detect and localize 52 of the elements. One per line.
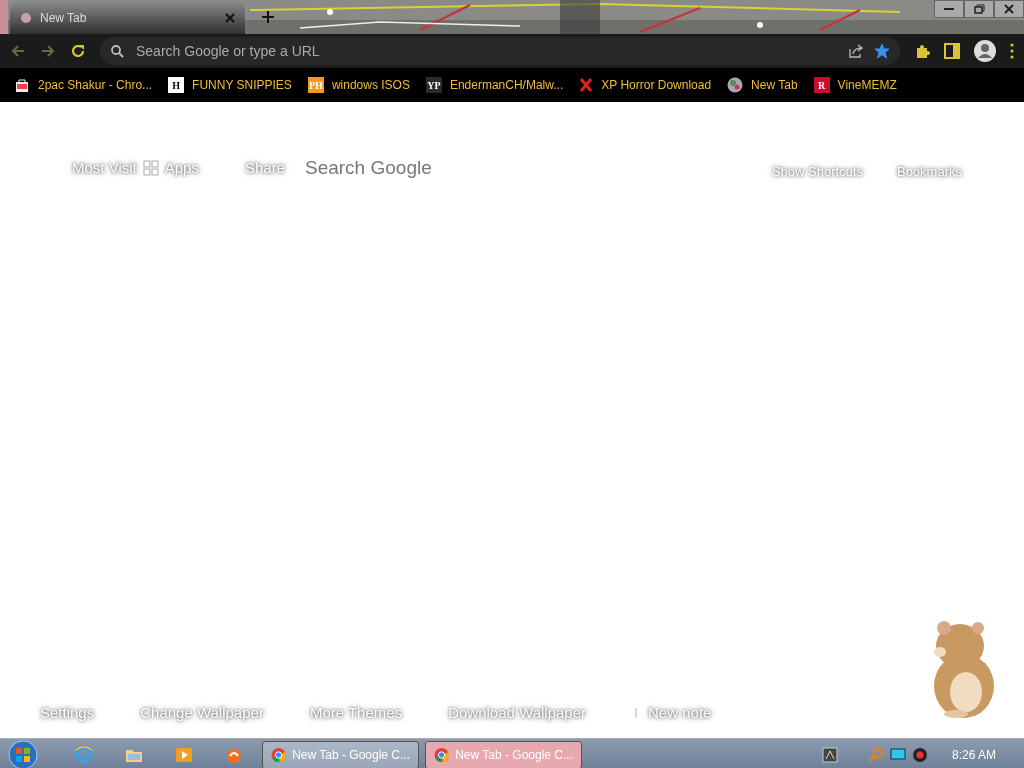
clock: 8:26 AM (951, 746, 996, 764)
bookmark-link[interactable]: XP Horror Download (579, 76, 712, 94)
search-icon (110, 44, 124, 58)
link-text[interactable]: Show Shortcuts (771, 162, 863, 182)
letter-icon: YP (425, 77, 442, 93)
minimize-icon (944, 8, 954, 10)
monitor-icon[interactable] (889, 746, 906, 763)
close-icon[interactable] (225, 13, 235, 23)
search-heading: Search Google (305, 156, 432, 180)
profile-icon[interactable] (974, 40, 996, 62)
letter-icon: H (168, 77, 185, 93)
bookmark-link[interactable]: PH windows ISOS (307, 76, 410, 94)
share-icon[interactable] (848, 43, 864, 59)
address-bar[interactable]: Search Google or type a URL (100, 37, 900, 65)
bookmark-link[interactable]: 2pac Shakur - Chro... (14, 76, 153, 94)
close-button[interactable] (994, 0, 1024, 18)
link-text[interactable]: Share (244, 157, 285, 180)
x-icon (579, 77, 594, 93)
link-text[interactable]: Settings (40, 702, 95, 725)
link-text[interactable]: Most Visit (72, 157, 137, 180)
menu-icon[interactable] (1010, 43, 1014, 59)
link-text[interactable]: New note (648, 702, 712, 725)
bookmark-link[interactable]: R VineMEMZ (813, 76, 897, 94)
letter-icon: R (813, 77, 830, 93)
link-text[interactable]: Download Wallpaper (448, 702, 586, 725)
link-text[interactable]: More Themes (309, 702, 403, 725)
star-icon[interactable] (874, 43, 890, 59)
start-button[interactable] (6, 739, 40, 768)
link-text[interactable]: Apps (164, 157, 199, 180)
speaker-icon[interactable] (911, 746, 928, 763)
chrome-icon (271, 746, 287, 763)
shopping-bag-icon (14, 77, 30, 93)
tab-title: New Tab (40, 10, 88, 27)
play-icon[interactable] (175, 745, 193, 764)
puzzle-icon[interactable] (914, 43, 930, 59)
chrome-icon (434, 746, 450, 763)
link-text[interactable]: Change Wallpaper (140, 702, 264, 725)
minimize-button[interactable] (934, 0, 964, 18)
bookmark-link[interactable]: New Tab (727, 76, 798, 94)
restore-icon (973, 4, 985, 14)
bookmark-link[interactable]: YP EndermanCH/Malw... (425, 76, 564, 94)
letter-icon: PH (307, 77, 324, 93)
restore-button[interactable] (964, 0, 994, 18)
forward-icon[interactable] (40, 43, 56, 59)
bookmark-link[interactable]: H FUNNY SNIPPIES (168, 76, 292, 94)
browser-icon[interactable] (75, 745, 93, 764)
browser-tab[interactable]: New Tab (10, 2, 245, 34)
side-panel-icon[interactable] (944, 43, 960, 59)
link-text[interactable]: Bookmarks (896, 162, 962, 182)
close-icon (1004, 4, 1014, 14)
back-icon[interactable] (10, 43, 26, 59)
reload-icon[interactable] (70, 43, 86, 59)
